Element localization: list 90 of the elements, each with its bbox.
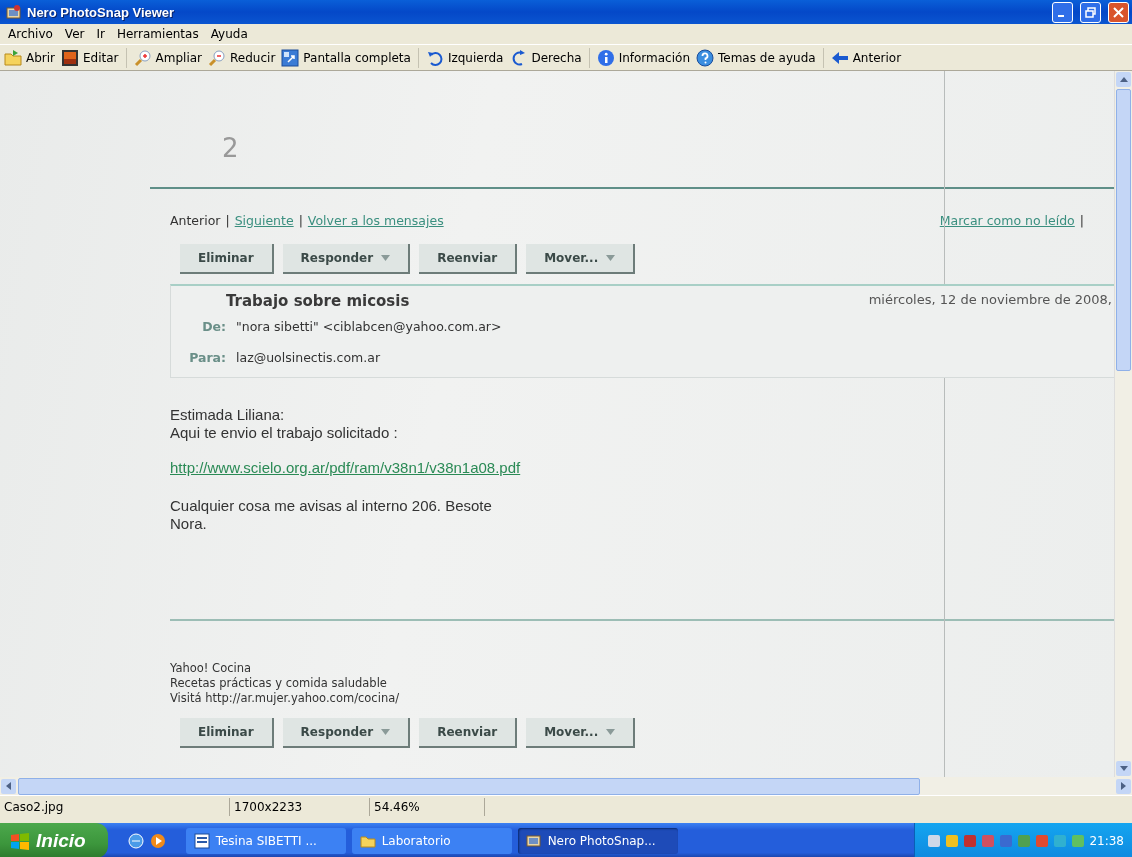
status-text: 54.46%	[370, 798, 485, 816]
minimize-icon	[1058, 14, 1064, 17]
toolbar-button[interactable]: Temas de ayuda	[693, 46, 819, 69]
toolbar-button[interactable]: Información	[593, 46, 693, 69]
sender-address: "nora sibetti" <ciblabcen@yahoo.com.ar>	[236, 319, 502, 334]
tray-icon	[981, 833, 996, 848]
handwritten-mark: 2	[222, 133, 240, 165]
close-button[interactable]	[1108, 1, 1129, 23]
toolbar-button[interactable]: Ampliar	[130, 46, 206, 69]
down-arrow-icon	[1119, 766, 1128, 771]
menu-item[interactable]: Ayuda	[204, 27, 254, 41]
toolbar-button[interactable]: Abrir	[1, 46, 59, 69]
separator: |	[298, 213, 303, 228]
document-icon	[193, 832, 210, 849]
restore-button[interactable]	[1080, 1, 1101, 23]
menu-item[interactable]: Archivo	[2, 27, 59, 41]
separator: |	[225, 213, 230, 228]
vertical-scrollbar[interactable]	[1114, 71, 1132, 777]
fullscreen-icon	[281, 48, 300, 67]
caret-icon	[381, 729, 391, 735]
email-text: Nora.	[170, 515, 208, 533]
email-subject: Trabajo sobre micosis	[226, 292, 410, 310]
email-text: Aqui te envio el trabajo solicitado :	[170, 424, 399, 442]
email-action-button[interactable]: Responder	[282, 718, 411, 748]
email-action-button[interactable]: Eliminar	[180, 718, 274, 748]
app-icon	[6, 5, 22, 19]
zoom-in-icon	[133, 48, 152, 67]
up-arrow-icon	[1119, 77, 1128, 82]
email-link[interactable]: http://www.scielo.org.ar/pdf/ram/v38n1/v38n1a08.pdf	[170, 459, 1114, 477]
field-label: De:	[201, 319, 226, 334]
caret-icon	[381, 255, 391, 261]
caret-icon	[606, 255, 616, 261]
clock: 21:38	[1089, 833, 1124, 848]
tray-icon	[1035, 833, 1050, 848]
email-action-button[interactable]: Mover...	[526, 718, 636, 748]
window-title: Nero PhotoSnap Viewer	[27, 4, 176, 20]
tray-icon	[999, 833, 1014, 848]
tray-icon	[927, 833, 942, 848]
footer-text: Visitá http://ar.mujer.yahoo.com/cocina/	[170, 691, 401, 706]
status-text: 1700x2233	[230, 798, 370, 816]
folder-icon	[4, 48, 22, 67]
toolbar-button[interactable]: Editar	[58, 46, 122, 69]
media-player-icon	[149, 832, 166, 849]
app-icon	[525, 832, 542, 849]
email-action-button[interactable]: Reenviar	[419, 244, 518, 274]
status-text: Caso2.jpg	[0, 798, 230, 816]
email-text: Cualquier cosa me avisas al interno 206. Besote	[170, 497, 493, 515]
recipient-address: laz@uolsinectis.com.ar	[236, 350, 381, 365]
field-label: Para:	[188, 350, 226, 365]
nav-text: Anterior	[170, 213, 221, 228]
start-button[interactable]: Inicio	[0, 823, 108, 857]
tray-icon	[963, 833, 978, 848]
restore-icon	[1085, 6, 1096, 18]
zoom-out-icon	[208, 48, 227, 67]
taskbar-button[interactable]: Nero PhotoSnap...	[517, 827, 678, 854]
menu-item[interactable]: Herramientas	[110, 27, 205, 41]
email-action-button[interactable]: Reenviar	[419, 718, 518, 748]
help-icon	[696, 48, 714, 67]
tray-icon	[1017, 833, 1032, 848]
caret-icon	[606, 729, 616, 735]
toolbar-button[interactable]: Derecha	[506, 46, 585, 69]
email-date: miércoles, 12 de noviembre de 2008,	[868, 292, 1112, 309]
toolbar-button[interactable]: Pantalla completa	[278, 46, 414, 69]
toolbar-button[interactable]: Reducir	[205, 46, 279, 69]
close-icon	[1113, 6, 1124, 18]
footer-text: Recetas prácticas y comida saludable	[170, 676, 388, 691]
email-action-button[interactable]: Eliminar	[180, 244, 274, 274]
email-action-button[interactable]: Responder	[282, 244, 411, 274]
right-arrow-icon	[1121, 782, 1126, 790]
menu-item[interactable]: Ir	[90, 27, 111, 41]
info-icon	[596, 48, 615, 67]
footer-text: Yahoo! Cocina	[170, 661, 253, 676]
minimize-button[interactable]	[1052, 1, 1073, 23]
separator: |	[1079, 213, 1084, 228]
email-text: Estimada Liliana:	[170, 406, 286, 424]
windows-logo-icon	[10, 831, 30, 850]
left-arrow-icon	[6, 782, 11, 790]
taskbar-button[interactable]: Tesina SIBETTI ...	[185, 827, 346, 854]
email-link[interactable]: Siguiente	[234, 213, 294, 228]
taskbar-button[interactable]: Laboratorio	[351, 827, 512, 854]
picture-icon	[61, 48, 80, 67]
tray-icon	[1053, 833, 1068, 848]
horizontal-scrollbar[interactable]	[0, 777, 1132, 795]
toolbar-button[interactable]: Anterior	[827, 46, 905, 69]
toolbar-button[interactable]: Izquierda	[422, 46, 507, 69]
tray-icon	[945, 833, 960, 848]
email-link[interactable]: Volver a los mensajes	[307, 213, 444, 228]
tray-icon	[1071, 833, 1086, 848]
email-action-button[interactable]: Mover...	[526, 244, 636, 274]
menu-item[interactable]: Ver	[58, 27, 91, 41]
